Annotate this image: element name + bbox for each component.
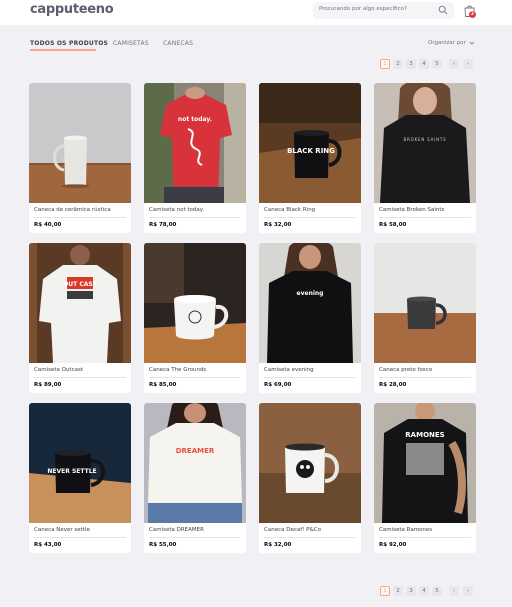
product-name: Caneca Decaf! P&Co — [264, 527, 321, 533]
product-image: OUT CAST — [29, 243, 131, 363]
product-image: RAMONES — [374, 403, 476, 523]
product-image: BLACK RING — [259, 83, 361, 203]
product-name: Caneca Never settle — [34, 527, 90, 533]
product-price: R$ 89,00 — [34, 382, 62, 388]
product-price: R$ 40,00 — [34, 222, 62, 228]
shirt-print-text: BROKEN SAINTS — [404, 137, 447, 142]
tab-tshirts[interactable]: CAMISETAS — [113, 40, 149, 47]
product-card[interactable]: Caneca preto fosco R$ 28,00 — [374, 243, 476, 393]
product-price: R$ 55,00 — [149, 542, 177, 548]
product-image: BROKEN SAINTS — [374, 83, 476, 203]
product-name: Caneca de cerâmica rústica — [34, 207, 111, 213]
product-price: R$ 28,00 — [379, 382, 407, 388]
divider — [264, 377, 356, 378]
divider — [149, 537, 241, 538]
product-name: Caneca preto fosco — [379, 367, 433, 373]
shirt-print-text: DREAMER — [176, 447, 215, 455]
divider — [264, 537, 356, 538]
active-tab-indicator — [30, 49, 96, 51]
page-button[interactable]: 1 — [380, 586, 390, 596]
product-name: Caneca The Grounds — [149, 367, 207, 373]
page-button[interactable]: 2 — [393, 59, 403, 69]
divider — [379, 377, 471, 378]
page-button[interactable]: 5 — [432, 586, 442, 596]
product-price: R$ 43,00 — [34, 542, 62, 548]
product-card[interactable]: Caneca de cerâmica rústica R$ 40,00 — [29, 83, 131, 233]
logo[interactable]: capputeeno — [30, 2, 114, 17]
tab-all-products[interactable]: TODOS OS PRODUTOS — [30, 40, 108, 47]
product-name: Camiseta Ramones — [379, 527, 433, 533]
product-card[interactable]: not today. Camiseta not today. R$ 78,00 — [144, 83, 246, 233]
product-name: Camiseta Outcast — [34, 367, 84, 373]
page-button[interactable]: 4 — [419, 59, 429, 69]
product-name: Camiseta evening — [264, 367, 314, 373]
product-image: DREAMER — [144, 403, 246, 523]
product-card[interactable]: evening Camiseta evening R$ 69,00 — [259, 243, 361, 393]
product-card[interactable]: DREAMER Camiseta DREAMER R$ 55,00 — [144, 403, 246, 553]
shirt-print-text: RAMONES — [405, 431, 444, 439]
divider — [34, 217, 126, 218]
pagination-top: 1 2 3 4 5 ‹ › — [380, 59, 476, 69]
product-name: Camiseta Broken Saints — [379, 207, 445, 213]
divider — [379, 217, 471, 218]
product-image — [144, 243, 246, 363]
product-card[interactable]: RAMONES Camiseta Ramones R$ 92,00 — [374, 403, 476, 553]
product-price: R$ 32,00 — [264, 542, 292, 548]
tab-mugs[interactable]: CANECAS — [163, 40, 193, 47]
product-card[interactable]: Caneca Decaf! P&Co R$ 32,00 — [259, 403, 361, 553]
shirt-print-text: evening — [297, 290, 324, 297]
product-image: not today. — [144, 83, 246, 203]
cart-count-badge: 2 — [469, 11, 476, 18]
mug-print-text: BLACK RING — [287, 147, 335, 155]
sort-dropdown[interactable]: Organizar por — [428, 40, 466, 46]
search-placeholder: Procurando por algo específico? — [319, 6, 407, 12]
shirt-print-text: not today. — [178, 116, 212, 123]
next-page-button[interactable]: › — [463, 59, 473, 69]
product-price: R$ 85,00 — [149, 382, 177, 388]
shirt-print-text: OUT CAST — [63, 281, 98, 288]
product-image — [29, 83, 131, 203]
product-image — [374, 243, 476, 363]
product-card[interactable]: NEVER SETTLE Caneca Never settle R$ 43,0… — [29, 403, 131, 553]
product-name: Caneca Black Ring — [264, 207, 316, 213]
next-page-button[interactable]: › — [463, 586, 473, 596]
page-button[interactable]: 3 — [406, 586, 416, 596]
product-price: R$ 78,00 — [149, 222, 177, 228]
product-image — [259, 403, 361, 523]
divider — [149, 377, 241, 378]
divider — [34, 537, 126, 538]
prev-page-button[interactable]: ‹ — [449, 586, 459, 596]
product-price: R$ 58,00 — [379, 222, 407, 228]
product-image: evening — [259, 243, 361, 363]
page-button[interactable]: 4 — [419, 586, 429, 596]
product-card[interactable]: BROKEN SAINTS Camiseta Broken Saints R$ … — [374, 83, 476, 233]
product-card[interactable]: BLACK RING Caneca Black Ring R$ 32,00 — [259, 83, 361, 233]
search-icon[interactable] — [438, 5, 448, 15]
prev-page-button[interactable]: ‹ — [449, 59, 459, 69]
product-card[interactable]: Caneca The Grounds R$ 85,00 — [144, 243, 246, 393]
product-card[interactable]: OUT CAST Camiseta Outcast R$ 89,00 — [29, 243, 131, 393]
page-button[interactable]: 1 — [380, 59, 390, 69]
divider — [34, 377, 126, 378]
page-button[interactable]: 5 — [432, 59, 442, 69]
page-button[interactable]: 2 — [393, 586, 403, 596]
product-price: R$ 69,00 — [264, 382, 292, 388]
mug-print-text: NEVER SETTLE — [47, 468, 96, 475]
product-name: Camiseta DREAMER — [149, 527, 204, 533]
divider — [149, 217, 241, 218]
divider — [379, 537, 471, 538]
divider — [264, 217, 356, 218]
page-button[interactable]: 3 — [406, 59, 416, 69]
pagination-bottom: 1 2 3 4 5 ‹ › — [380, 586, 476, 596]
product-image: NEVER SETTLE — [29, 403, 131, 523]
search-input[interactable]: Procurando por algo específico? — [313, 2, 454, 19]
product-name: Camiseta not today. — [149, 207, 204, 213]
product-price: R$ 32,00 — [264, 222, 292, 228]
chevron-down-icon[interactable] — [469, 40, 475, 46]
product-price: R$ 92,00 — [379, 542, 407, 548]
header: capputeeno Procurando por algo específic… — [0, 0, 512, 25]
